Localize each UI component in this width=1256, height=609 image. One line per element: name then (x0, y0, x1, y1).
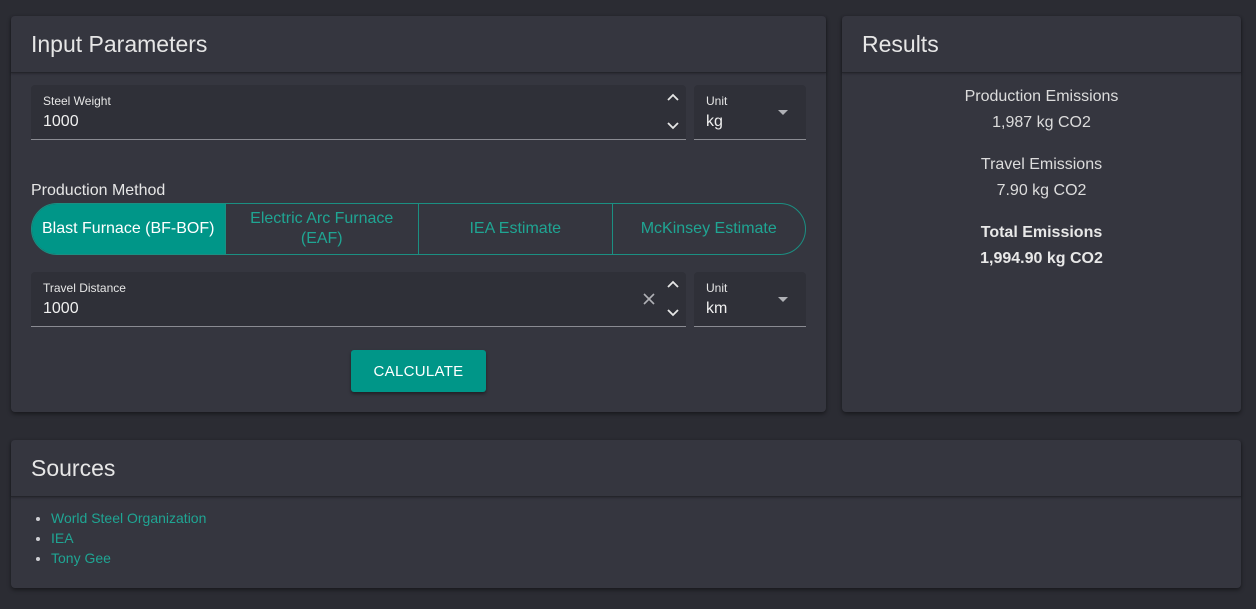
total-emissions-label: Total Emissions (980, 224, 1103, 241)
travel-distance-label: Travel Distance (43, 281, 126, 295)
method-iea-button[interactable]: IEA Estimate (419, 204, 613, 254)
decrement-chevron-down-icon[interactable] (666, 118, 680, 132)
travel-emissions-block: Travel Emissions 7.90 kg CO2 (842, 156, 1241, 200)
travel-distance-input[interactable]: 1000 (43, 300, 79, 318)
clear-icon[interactable] (642, 292, 656, 306)
method-mckinsey-button[interactable]: McKinsey Estimate (613, 204, 806, 254)
weight-unit-value: kg (706, 113, 723, 130)
calculate-button[interactable]: CALCULATE (351, 350, 486, 392)
production-emissions-label: Production Emissions (964, 88, 1119, 105)
travel-emissions-value: 7.90 kg CO2 (996, 182, 1087, 199)
list-item: Tony Gee (51, 550, 206, 570)
weight-unit-select[interactable]: Unit kg (694, 85, 806, 140)
distance-unit-label: Unit (706, 281, 728, 295)
method-eaf-button[interactable]: Electric Arc Furnace (EAF) (226, 204, 419, 254)
results-card: Results Production Emissions 1,987 kg CO… (842, 16, 1241, 412)
distance-unit-select[interactable]: Unit km (694, 272, 806, 327)
sources-card: Sources World Steel Organization IEA Ton… (11, 440, 1241, 588)
increment-chevron-up-icon[interactable] (666, 278, 680, 292)
dropdown-arrow-icon[interactable] (778, 110, 788, 115)
input-parameters-card: Input Parameters Steel Weight 1000 Unit … (11, 16, 826, 412)
distance-unit-value: km (706, 300, 728, 317)
source-link-world-steel[interactable]: World Steel Organization (51, 510, 206, 526)
production-method-label: Production Method (31, 182, 166, 199)
total-emissions-value: 1,994.90 kg CO2 (980, 250, 1103, 267)
source-link-iea[interactable]: IEA (51, 530, 74, 546)
results-title: Results (842, 16, 1241, 73)
list-item: IEA (51, 530, 206, 550)
method-bf-bof-button[interactable]: Blast Furnace (BF-BOF) (32, 204, 226, 254)
steel-weight-field[interactable]: Steel Weight 1000 (31, 85, 686, 140)
steel-weight-label: Steel Weight (43, 94, 111, 108)
sources-list: World Steel Organization IEA Tony Gee (51, 510, 206, 570)
production-emissions-block: Production Emissions 1,987 kg CO2 (842, 88, 1241, 132)
travel-distance-field[interactable]: Travel Distance 1000 (31, 272, 686, 327)
decrement-chevron-down-icon[interactable] (666, 305, 680, 319)
source-link-tony-gee[interactable]: Tony Gee (51, 550, 111, 566)
travel-emissions-label: Travel Emissions (980, 156, 1103, 173)
sources-title: Sources (11, 440, 1241, 497)
steel-weight-input[interactable]: 1000 (43, 113, 79, 131)
list-item: World Steel Organization (51, 510, 206, 530)
weight-unit-label: Unit (706, 94, 728, 108)
production-method-toggle-group: Blast Furnace (BF-BOF) Electric Arc Furn… (31, 203, 806, 255)
total-emissions-block: Total Emissions 1,994.90 kg CO2 (842, 224, 1241, 268)
input-parameters-title: Input Parameters (11, 16, 826, 73)
production-emissions-value: 1,987 kg CO2 (992, 114, 1091, 131)
increment-chevron-up-icon[interactable] (666, 91, 680, 105)
dropdown-arrow-icon[interactable] (778, 297, 788, 302)
